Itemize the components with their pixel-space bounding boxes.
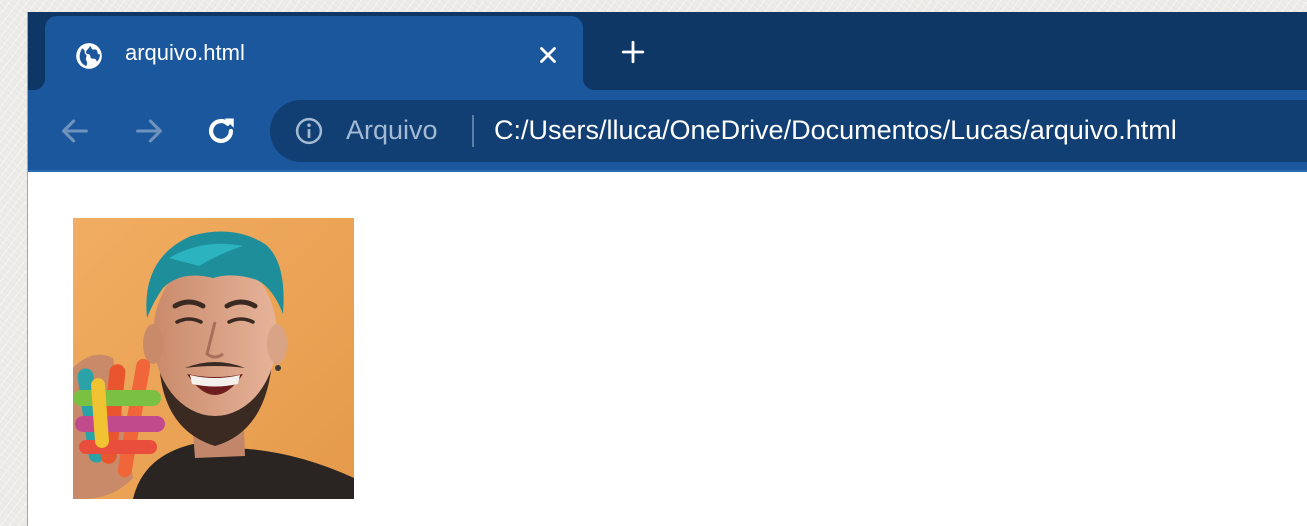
browser-window: arquivo.html Arquivo C:/Users/lluca/OneD… xyxy=(28,12,1307,526)
page-content xyxy=(28,172,1307,526)
arrow-right-icon[interactable] xyxy=(132,114,166,148)
close-icon[interactable] xyxy=(535,42,561,68)
address-bar[interactable]: Arquivo C:/Users/lluca/OneDrive/Document… xyxy=(270,100,1307,162)
browser-toolbar: Arquivo C:/Users/lluca/OneDrive/Document… xyxy=(28,90,1307,170)
site-info-label[interactable]: Arquivo xyxy=(346,115,438,146)
reload-icon[interactable] xyxy=(204,114,238,148)
omnibox-divider xyxy=(472,115,474,147)
tab-title: arquivo.html xyxy=(125,40,245,65)
plus-icon[interactable] xyxy=(620,39,646,65)
tab-strip: arquivo.html xyxy=(28,12,1307,90)
url-text[interactable]: C:/Users/lluca/OneDrive/Documentos/Lucas… xyxy=(494,115,1177,146)
info-icon[interactable] xyxy=(294,116,324,146)
arrow-left-icon[interactable] xyxy=(58,114,92,148)
globe-icon xyxy=(76,43,102,69)
person-photo xyxy=(73,218,354,499)
tab-arquivo[interactable]: arquivo.html xyxy=(33,16,595,90)
